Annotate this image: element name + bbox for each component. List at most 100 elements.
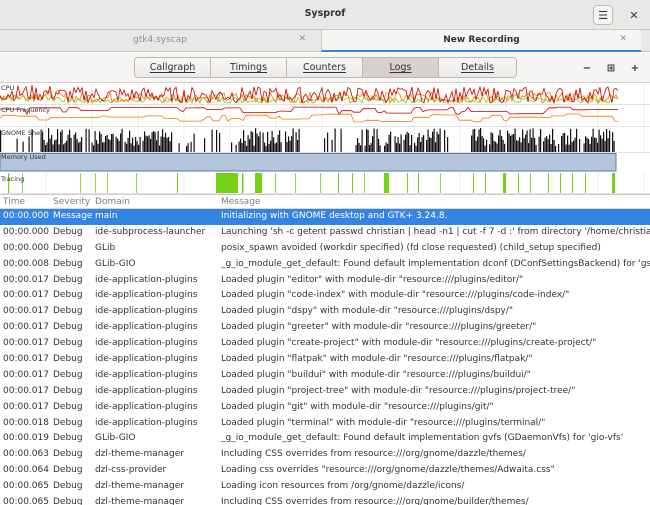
log-severity: Debug — [53, 226, 83, 237]
activity-bar — [528, 143, 530, 152]
activity-bar — [510, 135, 512, 152]
tab-gtk4-syscap[interactable]: gtk4.syscap ✕ — [0, 30, 320, 52]
activity-bar — [406, 131, 408, 152]
log-time: 00:00.019 — [3, 433, 49, 444]
log-row[interactable]: 00:00.000 Message main Initializing with GN… — [0, 209, 650, 225]
close-tab-icon[interactable]: ✕ — [298, 34, 306, 44]
activity-bar — [255, 128, 257, 152]
activity-bar — [439, 128, 441, 152]
timings-button[interactable]: Timings — [211, 58, 287, 77]
activity-bar — [240, 138, 242, 152]
activity-bar — [148, 135, 150, 152]
log-message: Loaded plugin "editor" with module-dir "… — [221, 274, 524, 285]
log-row[interactable]: 00:00.065 Debug dzl-theme-manager Including… — [0, 495, 650, 505]
log-domain: ide-application-plugins — [95, 369, 198, 380]
gnome-shell-visualizer[interactable]: GNOME Shell — [0, 127, 650, 153]
activity-bar — [361, 129, 363, 152]
activity-bar — [106, 135, 108, 152]
activity-bar — [571, 142, 573, 152]
log-row[interactable]: 00:00.000 Debug ide-subprocess-launcher Lau… — [0, 225, 650, 241]
log-row[interactable]: 00:00.019 Debug GLib-GIO _g_io_module_get_d… — [0, 431, 650, 447]
activity-bar — [292, 128, 294, 152]
visualizers-panel[interactable]: CPU CPU Frequency GNOME Shell Memory Use… — [0, 83, 650, 195]
activity-bar — [568, 144, 570, 152]
zoom-in-button[interactable]: + — [628, 61, 642, 75]
log-row[interactable]: 00:00.064 Debug dzl-css-provider Loading cs… — [0, 463, 650, 479]
log-row[interactable]: 00:00.017 Debug ide-application-plugins Loa… — [0, 400, 650, 416]
log-row[interactable]: 00:00.018 Debug ide-application-plugins Loa… — [0, 416, 650, 432]
log-row[interactable]: 00:00.017 Debug ide-application-plugins Loa… — [0, 320, 650, 336]
zoom-fit-icon: ⊞ — [606, 62, 616, 74]
tracing-mark — [352, 173, 353, 193]
activity-bar — [522, 129, 524, 152]
tracing-mark — [612, 173, 615, 193]
activity-bar — [109, 140, 111, 152]
logs-button[interactable]: Logs — [363, 58, 439, 77]
details-button[interactable]: Details — [439, 58, 516, 77]
activity-bar — [493, 140, 495, 152]
log-row[interactable]: 00:00.017 Debug ide-application-plugins Loa… — [0, 384, 650, 400]
activity-bar — [159, 145, 161, 152]
activity-bar — [258, 136, 260, 152]
log-row[interactable]: 00:00.017 Debug ide-application-plugins Loa… — [0, 368, 650, 384]
cpu-visualizer[interactable]: CPU — [0, 83, 650, 105]
memory-visualizer[interactable]: Memory Used — [0, 153, 650, 172]
zoom-out-button[interactable]: − — [580, 61, 594, 75]
activity-bar — [61, 129, 63, 152]
frequency-line — [0, 113, 618, 123]
visualizer-label: Memory Used — [1, 153, 46, 161]
column-header-severity[interactable]: Severity — [53, 197, 90, 207]
cpu-frequency-visualizer[interactable]: CPU Frequency — [0, 105, 650, 127]
log-row[interactable]: 00:00.065 Debug dzl-theme-manager Loading i… — [0, 479, 650, 495]
activity-bar — [507, 130, 509, 152]
activity-bar — [165, 132, 167, 152]
activity-bar — [438, 134, 440, 152]
column-header-message[interactable]: Message — [221, 197, 260, 207]
activity-bar — [390, 131, 392, 152]
callgraph-button[interactable]: Callgraph — [135, 58, 211, 77]
zoom-fit-button[interactable]: ⊞ — [604, 61, 618, 75]
activity-bar — [169, 141, 171, 152]
activity-bar — [396, 142, 398, 152]
activity-bar — [501, 136, 503, 152]
activity-bar — [97, 143, 99, 152]
log-row[interactable]: 00:00.017 Debug ide-application-plugins Loa… — [0, 288, 650, 304]
cpu-frequency-graph — [0, 105, 650, 127]
activity-bar — [400, 134, 402, 152]
tracing-mark — [418, 173, 419, 193]
column-header-domain[interactable]: Domain — [95, 197, 130, 207]
activity-bar — [145, 135, 147, 152]
log-row[interactable]: 00:00.063 Debug dzl-theme-manager Including… — [0, 447, 650, 463]
log-row[interactable]: 00:00.017 Debug ide-application-plugins Loa… — [0, 273, 650, 289]
counters-button[interactable]: Counters — [287, 58, 363, 77]
tracing-mark — [136, 173, 137, 193]
menu-button[interactable]: ☰ — [593, 5, 613, 25]
activity-bar — [591, 136, 593, 152]
log-row[interactable]: 00:00.017 Debug ide-application-plugins Loa… — [0, 304, 650, 320]
activity-bar — [543, 141, 545, 152]
activity-bar — [168, 136, 170, 152]
activity-bar — [55, 139, 57, 152]
activity-bar — [355, 145, 357, 152]
tracing-visualizer[interactable]: Tracing — [0, 172, 650, 194]
activity-bar — [144, 131, 146, 152]
activity-bar — [612, 132, 614, 152]
activity-bar — [387, 143, 389, 152]
log-row[interactable]: 00:00.017 Debug ide-application-plugins Loa… — [0, 336, 650, 352]
close-window-button[interactable]: ✕ — [624, 5, 644, 25]
log-row[interactable]: 00:00.008 Debug GLib-GIO _g_io_module_get_d… — [0, 257, 650, 273]
activity-bar — [583, 143, 585, 152]
close-tab-icon[interactable]: ✕ — [619, 34, 627, 44]
activity-bar — [564, 132, 566, 152]
log-row[interactable]: 00:00.017 Debug ide-application-plugins Loa… — [0, 352, 650, 368]
activity-bar — [373, 128, 375, 152]
activity-bar — [520, 142, 522, 152]
activity-bar — [16, 138, 18, 152]
activity-bar — [502, 139, 504, 152]
log-time: 00:00.017 — [3, 354, 49, 365]
close-icon: ✕ — [629, 8, 639, 22]
activity-bar — [58, 144, 60, 152]
tab-new-recording[interactable]: New Recording ✕ — [321, 30, 641, 52]
log-row[interactable]: 00:00.000 Debug GLib posix_spawn avoided (w… — [0, 241, 650, 257]
column-header-time[interactable]: Time — [3, 197, 25, 207]
